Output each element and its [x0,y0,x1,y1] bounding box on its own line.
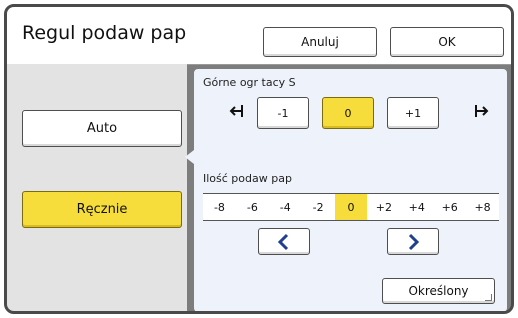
page-title: Regul podaw pap [22,22,187,44]
specified-button[interactable]: Określony [382,278,495,304]
specified-label: Określony [408,284,469,298]
chevron-right-icon [408,233,420,250]
scale-tick: -4 [279,200,291,214]
tray-decrease-icon [229,105,243,117]
increase-feed-button[interactable] [387,228,439,255]
tray-limit-label: Górne ogr tacy S [203,76,296,89]
mode-panel: Auto Ręcznie [7,64,187,311]
chevron-left-icon [277,233,289,250]
tray-increase-icon [475,105,489,117]
tray-minus-button[interactable]: -1 [257,97,309,129]
scale-tick-selected: 0 [334,194,368,220]
scale-tick: +8 [474,200,491,214]
scale-tick: -6 [246,200,258,214]
scale-tick: -8 [213,200,225,214]
decrease-feed-button[interactable] [258,228,310,255]
scale-tick: +6 [441,200,458,214]
selection-pointer [185,150,194,164]
scale-tick: -2 [312,200,324,214]
settings-panel: Górne ogr tacy S -1 0 +1 Ilość podaw pap… [194,69,507,311]
dialog-header: Regul podaw pap Anuluj OK [7,7,511,65]
cancel-button[interactable]: Anuluj [263,27,377,57]
feed-amount-label: Ilość podaw pap [203,172,292,185]
feed-amount-scale: -8 -6 -4 -2 0 +2 +4 +6 +8 [203,193,499,221]
auto-button[interactable]: Auto [22,110,182,147]
ok-button[interactable]: OK [390,27,504,57]
tray-plus-button[interactable]: +1 [387,97,439,129]
scale-tick: +2 [375,200,392,214]
corner-mark [485,294,492,301]
scale-tick: +4 [408,200,425,214]
dialog-window: Regul podaw pap Anuluj OK Auto Ręcznie G… [4,4,514,314]
tray-zero-button[interactable]: 0 [322,97,374,129]
manual-button[interactable]: Ręcznie [22,191,182,228]
